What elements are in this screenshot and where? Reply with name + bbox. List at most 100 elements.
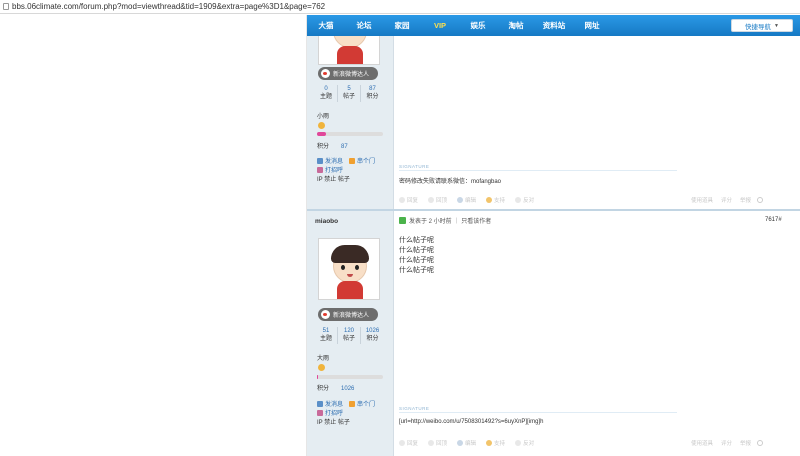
send-message-label: 发消息 xyxy=(325,159,344,165)
author-username[interactable]: miaobo xyxy=(315,218,338,225)
send-message-link[interactable]: 发消息 xyxy=(317,399,343,408)
reply-label: 回复 xyxy=(407,198,419,204)
oppose-button[interactable]: 反对 xyxy=(515,196,534,204)
nav-item-resources[interactable]: 资料站 xyxy=(535,20,573,31)
support-button[interactable]: 支持 xyxy=(486,196,505,204)
reply-icon xyxy=(399,440,405,446)
greet-label: 打招呼 xyxy=(325,168,344,174)
nav-item-forum[interactable]: 论坛 xyxy=(345,20,383,31)
ban-posts-link[interactable]: 帖子 xyxy=(338,174,350,183)
stat-posts[interactable]: 5 帖子 xyxy=(338,85,361,102)
stat-value[interactable]: 120 xyxy=(338,327,360,335)
nav-item-entertainment[interactable]: 娱乐 xyxy=(459,20,497,31)
weibo-badge[interactable]: 新浪微博达人 xyxy=(318,308,378,321)
weibo-badge-label: 新浪微博达人 xyxy=(333,313,370,319)
report-link[interactable]: 举报 xyxy=(740,439,751,447)
quick-nav-button[interactable]: 快捷导航 ▼ xyxy=(731,19,793,32)
stat-points[interactable]: 1026 积分 xyxy=(361,327,384,344)
nav-item-links[interactable]: 网址 xyxy=(573,20,611,31)
nav-item-vip[interactable]: VIP xyxy=(421,21,459,30)
stat-value[interactable]: 0 xyxy=(315,85,337,93)
support-button[interactable]: 支持 xyxy=(486,439,505,447)
forum-thread-panel: 新浪微博达人 0 主题 5 帖子 87 积分 小雨 积分 87 发消息 串个门 … xyxy=(306,15,800,456)
post-line: 什么帖子呢 xyxy=(399,267,434,274)
nav-item-collections[interactable]: 淘帖 xyxy=(497,20,535,31)
points-progress-fill xyxy=(317,375,319,379)
stat-points[interactable]: 87 积分 xyxy=(361,85,384,102)
user-rank[interactable]: 大雨 xyxy=(317,353,329,362)
greet-label: 打招呼 xyxy=(325,411,344,417)
top-label: 回顶 xyxy=(436,441,448,447)
reply-button[interactable]: 回复 xyxy=(399,439,418,447)
nav-item-dacat[interactable]: 大猫 xyxy=(307,20,345,31)
top-icon xyxy=(428,197,435,203)
oppose-label: 反对 xyxy=(523,441,535,447)
signature-heading: SIGNATURE xyxy=(399,164,430,169)
stat-label: 帖子 xyxy=(342,94,355,100)
quick-nav-label: 快捷导航 xyxy=(745,23,772,31)
edit-button[interactable]: 编辑 xyxy=(457,196,476,204)
avatar-hair xyxy=(331,245,369,263)
home-icon xyxy=(349,157,356,164)
stat-topics[interactable]: 0 主题 xyxy=(315,85,338,102)
top-button[interactable]: 回顶 xyxy=(428,439,447,447)
stat-value[interactable]: 51 xyxy=(315,327,337,335)
rate-link[interactable]: 评分 xyxy=(721,196,732,204)
stat-value[interactable]: 1026 xyxy=(361,327,384,335)
weibo-badge-label: 新浪微博达人 xyxy=(333,72,370,78)
use-item-link[interactable]: 使用道具 xyxy=(691,439,713,447)
weibo-badge[interactable]: 新浪微博达人 xyxy=(318,67,378,80)
url-text[interactable]: bbs.06climate.com/forum.php?mod=viewthre… xyxy=(12,2,325,11)
points-value[interactable]: 1026 xyxy=(341,386,354,392)
visit-link[interactable]: 串个门 xyxy=(349,399,375,408)
reply-button[interactable]: 回复 xyxy=(399,196,418,204)
only-author-link[interactable]: 只看该作者 xyxy=(461,216,491,225)
ip-ban-link[interactable]: IP 禁止 xyxy=(317,417,336,426)
top-button[interactable]: 回顶 xyxy=(428,196,447,204)
ip-ban-link[interactable]: IP 禁止 xyxy=(317,174,336,183)
send-message-link[interactable]: 发消息 xyxy=(317,156,343,165)
address-bar[interactable]: bbs.06climate.com/forum.php?mod=viewthre… xyxy=(0,0,800,14)
post-action-bar: 回复 回顶 编辑 支持 反对 xyxy=(399,439,544,447)
signature-text: 密码修改失败请联系微信：mofangbao xyxy=(399,179,502,185)
report-link[interactable]: 举报 xyxy=(740,196,751,204)
home-icon xyxy=(349,400,356,407)
stat-posts[interactable]: 120 帖子 xyxy=(338,327,361,344)
greet-link[interactable]: 打招呼 xyxy=(317,165,343,174)
stat-value[interactable]: 5 xyxy=(338,85,360,93)
use-item-link[interactable]: 使用道具 xyxy=(691,196,713,204)
top-label: 回顶 xyxy=(436,198,448,204)
visit-link[interactable]: 串个门 xyxy=(349,156,375,165)
points-value[interactable]: 87 xyxy=(341,144,348,150)
post-right-actions: 使用道具 评分 举报 xyxy=(683,196,764,204)
online-icon xyxy=(399,217,406,224)
greet-icon xyxy=(317,409,323,416)
stat-label: 主题 xyxy=(319,94,332,100)
post-content: 什么帖子呢 什么帖子呢 什么帖子呢 什么帖子呢 xyxy=(399,236,434,276)
avatar[interactable] xyxy=(318,238,380,300)
rate-link[interactable]: 评分 xyxy=(721,439,732,447)
stat-label: 帖子 xyxy=(342,336,355,342)
user-rank[interactable]: 小雨 xyxy=(317,111,329,120)
greet-link[interactable]: 打招呼 xyxy=(317,408,343,417)
stat-topics[interactable]: 51 主题 xyxy=(315,327,338,344)
floor-number[interactable]: 7617# xyxy=(765,217,782,223)
report-icon xyxy=(757,440,764,446)
thumbs-up-icon xyxy=(486,440,493,446)
support-label: 支持 xyxy=(494,441,506,447)
support-label: 支持 xyxy=(494,198,506,204)
oppose-button[interactable]: 反对 xyxy=(515,439,534,447)
points-progress-bar xyxy=(317,375,383,379)
ban-posts-link[interactable]: 帖子 xyxy=(338,417,350,426)
send-message-label: 发消息 xyxy=(325,402,344,408)
stat-value[interactable]: 87 xyxy=(361,85,384,93)
nav-item-home[interactable]: 家园 xyxy=(383,20,421,31)
edit-label: 编辑 xyxy=(465,198,477,204)
post-time: 发表于 2 小时前 xyxy=(409,219,452,225)
stat-label: 积分 xyxy=(366,94,379,100)
post-separator xyxy=(307,209,800,211)
top-navigation: 大猫 论坛 家园 VIP 娱乐 淘帖 资料站 网址 快捷导航 ▼ xyxy=(307,15,800,36)
edit-button[interactable]: 编辑 xyxy=(457,439,476,447)
points-row: 积分 87 xyxy=(317,141,348,150)
sun-icon xyxy=(318,364,325,371)
